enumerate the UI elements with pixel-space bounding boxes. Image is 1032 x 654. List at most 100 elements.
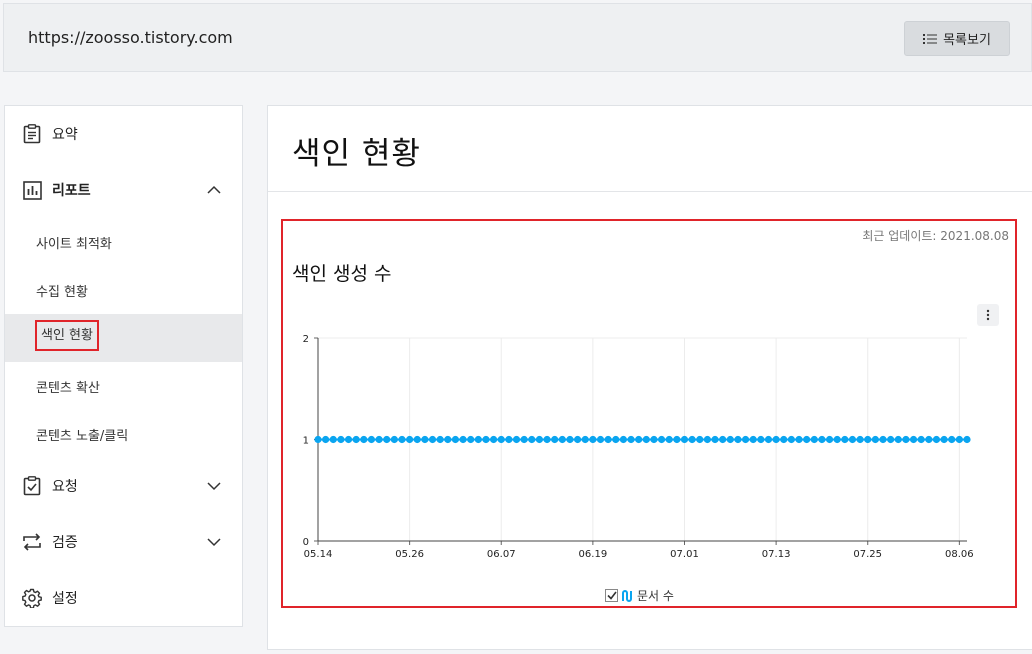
- data-point: [848, 435, 857, 444]
- data-point: [612, 435, 620, 444]
- list-icon: [923, 33, 938, 44]
- sidebar-subitem-label: 콘텐츠 확산: [36, 380, 100, 396]
- list-view-button-label: 목록보기: [943, 33, 991, 48]
- data-point: [657, 435, 666, 444]
- x-tick-label: 07.13: [762, 549, 791, 560]
- data-point: [467, 435, 475, 444]
- data-point: [528, 435, 536, 444]
- x-tick-label: 05.26: [395, 549, 424, 560]
- divider: [268, 191, 1032, 192]
- data-point: [650, 435, 658, 444]
- data-point: [917, 435, 925, 444]
- list-view-button[interactable]: 목록보기: [904, 21, 1010, 56]
- sidebar-item-label: 리포트: [52, 183, 91, 199]
- data-point: [383, 435, 391, 444]
- data-point: [948, 435, 956, 444]
- data-point: [619, 435, 628, 444]
- data-point: [703, 435, 711, 444]
- sidebar-item-label: 설정: [52, 591, 78, 607]
- data-point: [772, 435, 780, 444]
- chart-card: 최근 업데이트: 2021.08.08 색인 생성 수 05.14 05.26 06…: [281, 219, 1017, 608]
- sidebar-item-report[interactable]: 리포트: [5, 166, 242, 214]
- data-point: [780, 435, 788, 444]
- data-point: [482, 435, 490, 444]
- x-tick-label: 08.06: [945, 549, 974, 560]
- data-point: [398, 435, 406, 444]
- site-url: https://zoosso.tistory.com: [28, 28, 233, 47]
- data-point: [581, 435, 589, 444]
- data-point: [436, 435, 444, 444]
- x-tick-label: 05.14: [304, 549, 333, 560]
- data-point: [741, 435, 750, 444]
- sidebar-subitem-site-optimization[interactable]: 사이트 최적화: [5, 218, 242, 266]
- data-point: [421, 435, 429, 444]
- main-panel: 색인 현황 최근 업데이트: 2021.08.08 색인 생성 수 05.14 0…: [267, 105, 1032, 650]
- sidebar-item-verify[interactable]: 검증: [5, 518, 242, 566]
- sidebar-item-request[interactable]: 요청: [5, 462, 242, 510]
- sidebar-subitem-index-status[interactable]: 색인 현황: [5, 314, 242, 362]
- data-point: [314, 435, 322, 444]
- data-point: [505, 435, 513, 444]
- data-point: [367, 435, 376, 444]
- data-point: [444, 435, 452, 444]
- data-point: [864, 435, 872, 444]
- data-point: [719, 435, 727, 444]
- sidebar-subitem-content-spread[interactable]: 콘텐츠 확산: [5, 362, 242, 410]
- data-point: [406, 435, 414, 444]
- data-point: [688, 435, 696, 444]
- data-point: [360, 435, 368, 444]
- checklist-icon: [22, 476, 42, 496]
- data-point: [902, 435, 910, 444]
- sidebar-item-settings[interactable]: 설정: [5, 574, 242, 622]
- data-point: [894, 435, 902, 444]
- data-point: [589, 435, 597, 444]
- data-point: [932, 435, 941, 444]
- sidebar: 요약 리포트 사이트 최적화 수집 현황 색인 현황 콘텐츠 확산 콘텐츠 노출…: [4, 105, 243, 627]
- data-point: [696, 435, 704, 444]
- data-point: [390, 435, 398, 444]
- sidebar-subitem-content-exposure[interactable]: 콘텐츠 노출/클릭: [5, 410, 242, 458]
- data-point: [726, 435, 734, 444]
- data-point: [413, 435, 421, 444]
- data-point: [459, 435, 467, 444]
- data-point: [787, 435, 795, 444]
- sidebar-subitem-crawl-status[interactable]: 수집 현황: [5, 266, 242, 314]
- data-point: [963, 435, 971, 444]
- data-point: [856, 435, 864, 444]
- data-point: [749, 435, 757, 444]
- data-point: [818, 435, 826, 444]
- data-point: [841, 435, 849, 444]
- page-title: 색인 현황: [292, 136, 421, 172]
- data-point: [490, 435, 498, 444]
- y-tick-label: 0: [303, 537, 309, 548]
- data-point: [909, 435, 918, 444]
- data-point: [642, 435, 650, 444]
- data-point: [574, 435, 582, 444]
- sidebar-subitem-label: 색인 현황: [35, 320, 99, 351]
- bar-chart-icon: [22, 180, 42, 200]
- data-point: [322, 435, 330, 444]
- chart-legend-item[interactable]: 문서 수: [605, 587, 674, 604]
- clipboard-icon: [22, 124, 42, 144]
- data-point: [337, 435, 345, 444]
- data-point: [520, 435, 528, 444]
- data-point: [596, 435, 605, 444]
- chevron-down-icon: [207, 538, 221, 547]
- data-point: [955, 435, 963, 444]
- data-point: [757, 435, 765, 444]
- data-point: [428, 435, 437, 444]
- sidebar-item-label: 요약: [52, 127, 78, 143]
- checkbox-checked-icon: [605, 589, 618, 602]
- line-chart: 05.14 05.26 06.07 06.19 07.01 07.13 07.25 08.06…: [303, 334, 974, 560]
- data-point: [711, 435, 719, 444]
- data-point: [627, 435, 635, 444]
- data-point: [810, 435, 818, 444]
- data-point: [925, 435, 933, 444]
- data-point: [451, 435, 460, 444]
- data-point: [344, 435, 353, 444]
- sidebar-item-summary[interactable]: 요약: [5, 110, 242, 158]
- data-point: [375, 435, 383, 444]
- sidebar-subitem-label: 콘텐츠 노출/클릭: [36, 428, 129, 444]
- x-tick-label: 07.25: [853, 549, 882, 560]
- gear-icon: [22, 588, 42, 608]
